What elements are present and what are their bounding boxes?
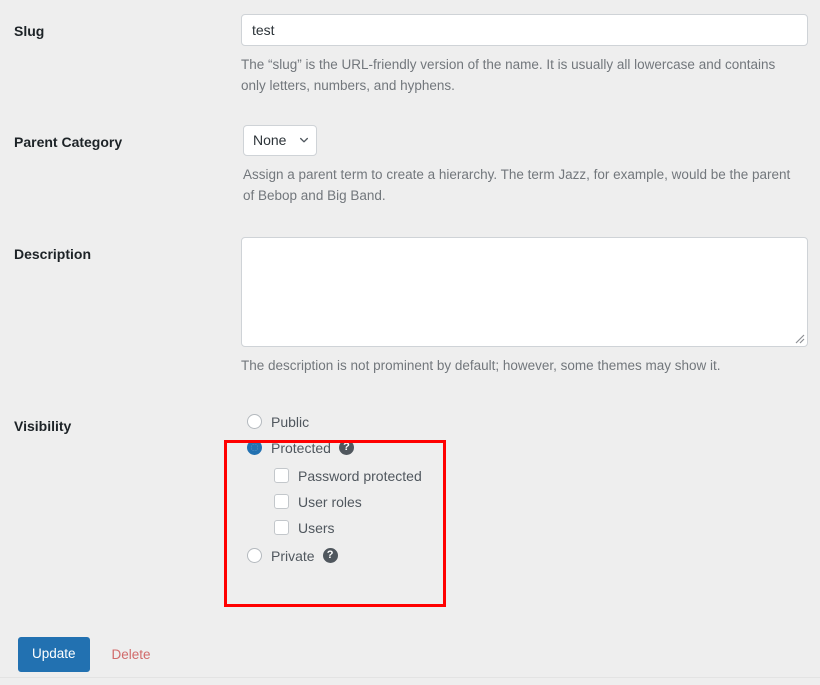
help-icon-protected[interactable]: ? <box>338 440 354 456</box>
sub-option-users-label: Users <box>298 519 335 536</box>
label-visibility: Visibility <box>14 417 72 434</box>
form-row-visibility: Visibility Public Protected ? Password p… <box>0 395 820 569</box>
visibility-option-protected[interactable]: Protected ? <box>247 435 808 461</box>
checkbox-password-protected[interactable] <box>274 468 289 484</box>
visibility-option-private[interactable]: Private ? <box>247 543 808 569</box>
sub-option-password-protected-label: Password protected <box>298 467 422 484</box>
parent-category-select-wrap: None <box>243 124 317 156</box>
resize-handle-icon[interactable] <box>793 332 805 344</box>
protected-sub-options: Password protected User roles Users <box>274 463 808 541</box>
radio-private[interactable] <box>247 548 262 564</box>
description-help-text: The description is not prominent by defa… <box>241 357 721 373</box>
visibility-option-public-label: Public <box>271 413 310 430</box>
form-actions: Update Delete <box>0 637 151 672</box>
slug-input[interactable] <box>241 14 808 46</box>
parent-category-selected-value: None <box>253 132 287 149</box>
field-parent-category: None Assign a parent term to create a hi… <box>243 111 820 207</box>
label-slug: Slug <box>14 23 45 39</box>
form-row-description: Description The description is not promi… <box>0 223 820 377</box>
sub-option-user-roles-label: User roles <box>298 493 362 510</box>
radio-public[interactable] <box>247 414 262 430</box>
visibility-option-private-label: Private <box>271 547 315 564</box>
radio-protected[interactable] <box>247 440 262 456</box>
field-visibility: Public Protected ? Password protected Us… <box>243 395 820 569</box>
form-row-slug: Slug The “slug” is the URL-friendly vers… <box>0 0 820 97</box>
sub-option-password-protected[interactable]: Password protected <box>274 463 808 489</box>
label-description: Description <box>14 245 92 262</box>
slug-help-text: The “slug” is the URL-friendly version o… <box>241 57 776 93</box>
delete-link[interactable]: Delete <box>112 647 151 662</box>
sub-option-user-roles[interactable]: User roles <box>274 489 808 515</box>
term-edit-form: Slug The “slug” is the URL-friendly vers… <box>0 0 820 569</box>
update-button[interactable]: Update <box>18 637 90 672</box>
help-icon-private[interactable]: ? <box>322 548 338 564</box>
field-slug: The “slug” is the URL-friendly version o… <box>241 0 820 97</box>
label-parent-category: Parent Category <box>14 133 123 150</box>
parent-category-help-text: Assign a parent term to create a hierarc… <box>243 166 791 203</box>
visibility-option-public[interactable]: Public <box>247 409 808 435</box>
form-row-parent-category: Parent Category None Assign a parent ter… <box>0 111 820 207</box>
description-textarea[interactable] <box>241 236 808 347</box>
visibility-option-protected-label: Protected <box>271 439 331 456</box>
field-description: The description is not prominent by defa… <box>241 223 820 377</box>
bottom-divider <box>0 677 820 678</box>
checkbox-user-roles[interactable] <box>274 494 289 510</box>
sub-option-users[interactable]: Users <box>274 515 808 541</box>
checkbox-users[interactable] <box>274 520 289 536</box>
parent-category-select[interactable]: None <box>243 124 317 156</box>
